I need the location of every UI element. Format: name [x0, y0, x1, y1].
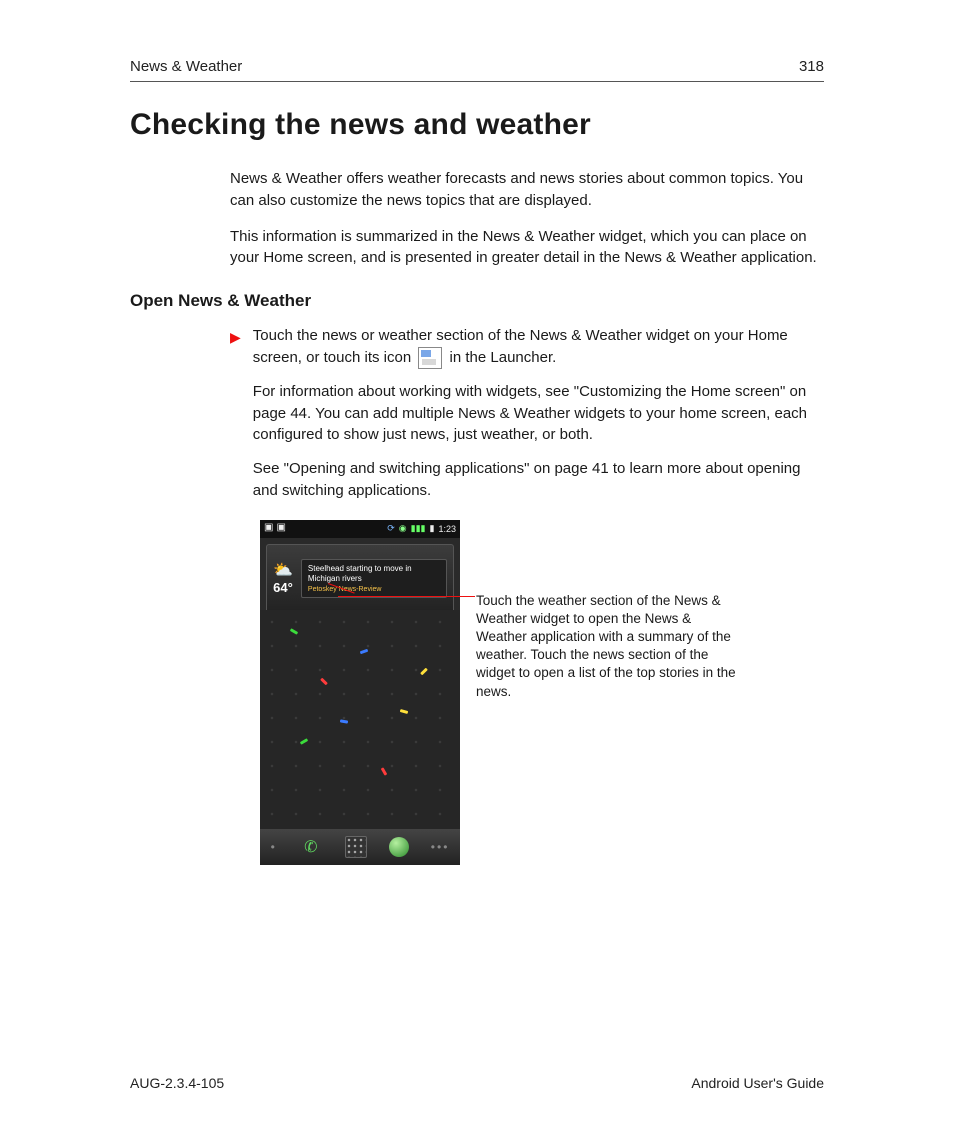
page-title: Checking the news and weather — [130, 108, 824, 142]
header-section: News & Weather — [130, 58, 242, 75]
apps-grid-icon[interactable] — [345, 836, 367, 858]
footer-doc-id: AUG-2.3.4-105 — [130, 1075, 224, 1091]
status-sync-icon: ⟳ — [387, 523, 395, 534]
status-notification-icon: ▣ — [264, 522, 273, 533]
page-footer: AUG-2.3.4-105 Android User's Guide — [130, 1075, 824, 1091]
phone-screenshot: ▣ ▣ ⟳ ◉ ▮▮▮ ▮ 1:23 ⛅ 64° Steelhead start… — [260, 520, 460, 865]
browser-icon[interactable] — [389, 837, 409, 857]
intro-paragraph-2: This information is summarized in the Ne… — [230, 226, 824, 270]
news-weather-widget[interactable]: ⛅ 64° Steelhead starting to move in Mich… — [266, 544, 454, 614]
bullet-line-2: For information about working with widge… — [253, 381, 824, 446]
status-time: 1:23 — [438, 524, 456, 534]
dock-dots-left-icon[interactable]: • — [271, 840, 277, 854]
bullet-triangle-icon: ▶ — [230, 327, 241, 514]
weather-icon: ⛅ — [273, 563, 293, 579]
news-section[interactable]: Steelhead starting to move in Michigan r… — [301, 559, 447, 597]
weather-temp: 64° — [273, 580, 293, 595]
running-header: News & Weather 318 — [130, 58, 824, 75]
status-notification-icon: ▣ — [276, 522, 285, 533]
dock: • ✆ ••• — [260, 829, 460, 865]
header-page-number: 318 — [799, 58, 824, 75]
home-wallpaper — [260, 610, 460, 829]
status-battery-icon: ▮ — [430, 523, 435, 534]
callout-leader-line — [338, 596, 475, 597]
weather-section[interactable]: ⛅ 64° — [273, 563, 293, 595]
header-rule — [130, 81, 824, 82]
intro-paragraph-1: News & Weather offers weather forecasts … — [230, 168, 824, 212]
bullet-line-1: Touch the news or weather section of the… — [253, 325, 824, 369]
bullet-line-3: See "Opening and switching applications"… — [253, 458, 824, 502]
status-bar: ▣ ▣ ⟳ ◉ ▮▮▮ ▮ 1:23 — [260, 520, 460, 538]
phone-icon[interactable]: ✆ — [297, 833, 325, 861]
news-source: Petoskey News-Review — [308, 586, 440, 593]
news-headline: Steelhead starting to move in Michigan r… — [308, 564, 440, 583]
screenshot-caption: Touch the weather section of the News & … — [476, 592, 736, 701]
news-weather-launcher-icon — [418, 347, 442, 369]
subheading-open: Open News & Weather — [130, 291, 824, 311]
dock-dots-right-icon[interactable]: ••• — [431, 840, 450, 854]
status-signal-icon: ▮▮▮ — [411, 523, 426, 534]
footer-guide-title: Android User's Guide — [691, 1075, 824, 1091]
status-gps-icon: ◉ — [399, 523, 407, 534]
